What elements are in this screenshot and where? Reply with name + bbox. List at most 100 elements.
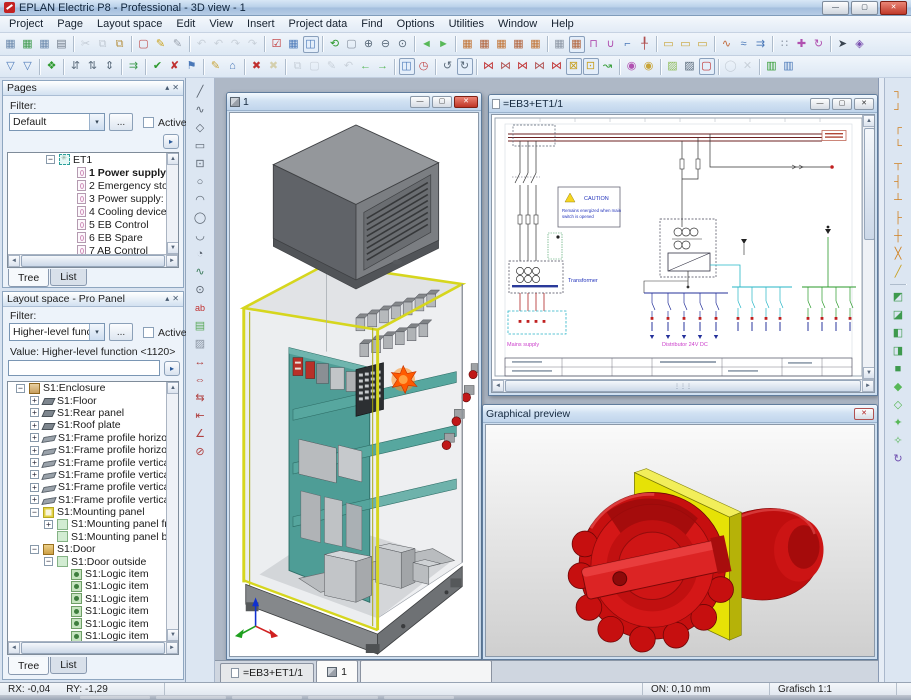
tree-row[interactable]: −S1:Door outside	[8, 555, 166, 567]
collapse-box-icon[interactable]: −	[30, 508, 39, 517]
path-text-icon[interactable]: ▭	[678, 36, 694, 53]
bookmark-flag-icon[interactable]: ⚑	[184, 58, 200, 75]
previous-page-icon[interactable]: ←	[358, 58, 374, 75]
tree-row[interactable]: 6 EB Spare	[8, 231, 166, 244]
scrollbar-thumb[interactable]: ⋮⋮⋮	[505, 380, 861, 392]
paste-icon[interactable]: ⧉	[112, 36, 128, 53]
pages-panel-titlebar[interactable]: Pages ▴ ✕	[3, 81, 183, 96]
scrollbar-thumb[interactable]	[21, 642, 165, 654]
tree-row[interactable]: −ET1	[8, 153, 166, 166]
terminal-strip-2-icon[interactable]: ⋈	[498, 58, 514, 75]
preview-window-titlebar[interactable]: Graphical preview ✕	[483, 405, 877, 423]
redo-list-icon[interactable]: ↷	[245, 36, 261, 53]
tree-row[interactable]: −S1:Enclosure	[8, 382, 166, 394]
expand-box-icon[interactable]: +	[30, 470, 39, 479]
panel-collapse-icon[interactable]: ▴	[165, 295, 169, 303]
node-edit-tool-icon[interactable]: ⊙	[190, 281, 210, 299]
ring-select-icon[interactable]: ◯	[723, 58, 739, 75]
tree-row[interactable]: +S1:Frame profile vertical left b	[8, 469, 166, 481]
hatch-fill-icon[interactable]: ▨	[682, 58, 698, 75]
view-3d-southwest-icon[interactable]: ◪	[888, 306, 908, 324]
scroll-down-icon[interactable]: ▼	[863, 367, 875, 379]
zoom-area-icon[interactable]: ▢	[344, 36, 360, 53]
close-button[interactable]: ✕	[854, 98, 874, 110]
potential-tracking-icon[interactable]: ⇉	[753, 36, 769, 53]
layout-panel-titlebar[interactable]: Layout space - Pro Panel ▴ ✕	[3, 292, 183, 307]
layout-tree-vscrollbar[interactable]: ▲ ▼	[166, 382, 178, 641]
tree-row[interactable]: 2 Emergency stop	[8, 179, 166, 192]
collapse-box-icon[interactable]: −	[30, 545, 39, 554]
expand-box-icon[interactable]: +	[30, 421, 39, 430]
tree-row[interactable]: 5 EB Control	[8, 218, 166, 231]
scroll-left-icon[interactable]: ◄	[492, 380, 504, 392]
print-icon[interactable]: ▤	[54, 36, 70, 53]
edit-function-icon[interactable]: ✎	[208, 58, 224, 75]
layer-fill-icon[interactable]: ▨	[665, 58, 681, 75]
object-snap-icon[interactable]: ∪	[603, 36, 619, 53]
pages-tab-list[interactable]: List	[50, 269, 86, 286]
schematic-window[interactable]: =EB3+ET1/1 — ▢ ✕	[488, 94, 878, 396]
tree-row[interactable]: S1:Logic item	[8, 617, 166, 629]
rotate-tool-icon[interactable]: ↻	[811, 36, 827, 53]
collapse-box-icon[interactable]: −	[46, 155, 55, 164]
tree-row[interactable]: +S1:Frame profile vertical left fi	[8, 456, 166, 468]
text-tool-icon[interactable]: ab	[190, 299, 210, 317]
menu-help[interactable]: Help	[544, 17, 581, 31]
scroll-up-icon[interactable]: ▲	[863, 115, 875, 127]
tree-row[interactable]: +S1:Rear panel	[8, 407, 166, 419]
window-config-icon[interactable]: ◫	[399, 58, 415, 75]
tree-row[interactable]: +S1:Floor	[8, 394, 166, 406]
polygon-tool-icon[interactable]: ◇	[190, 119, 210, 137]
placeholder-text-icon[interactable]: ▭	[695, 36, 711, 53]
tree-row[interactable]: +S1:Frame profile vertical right	[8, 481, 166, 493]
cancel-action-icon[interactable]: ✘	[167, 58, 183, 75]
t-node-left-icon[interactable]: ┤	[888, 173, 908, 191]
plugin-icon[interactable]: ❖	[44, 58, 60, 75]
menu-options[interactable]: Options	[390, 17, 442, 31]
terminal-strip-4-icon[interactable]: ⋈	[532, 58, 548, 75]
menu-window[interactable]: Window	[491, 17, 544, 31]
image-tool-icon[interactable]: ▤	[190, 317, 210, 335]
zoom-all-icon[interactable]: ⊙	[395, 36, 411, 53]
redo-icon[interactable]: ↷	[228, 36, 244, 53]
angle-up-left-icon[interactable]: ┘	[888, 101, 908, 119]
net-tracking-icon[interactable]: ≈	[736, 36, 752, 53]
green-route-icon[interactable]: ↝	[600, 58, 616, 75]
expand-box-icon[interactable]: +	[30, 495, 39, 504]
view-front-icon[interactable]: ■	[888, 360, 908, 378]
dimension-radius-icon[interactable]: ⊘	[190, 443, 210, 461]
minimize-button[interactable]: —	[810, 98, 830, 110]
pages-tab-tree[interactable]: Tree	[8, 269, 49, 287]
dimension-linear-icon[interactable]: ↔	[190, 353, 210, 371]
dimension-continued-icon[interactable]: ⇆	[190, 389, 210, 407]
minimize-button[interactable]: —	[822, 1, 849, 15]
logic-box-open-icon[interactable]: ⊠	[566, 58, 582, 75]
graphical-preview-window[interactable]: Graphical preview ✕	[482, 404, 878, 660]
polyline-tool-icon[interactable]: ∿	[190, 101, 210, 119]
parts-cart-icon[interactable]: ▥	[764, 58, 780, 75]
terminal-strip-1-icon[interactable]: ⋈	[481, 58, 497, 75]
pages-tree-vscrollbar[interactable]: ▲ ▼	[166, 153, 178, 254]
statistics-icon[interactable]: ▥	[781, 58, 797, 75]
scroll-left-icon[interactable]: ◄	[8, 642, 20, 654]
scroll-right-icon[interactable]: ►	[166, 255, 178, 267]
connection-line-icon[interactable]: ╱	[888, 263, 908, 281]
tree-row[interactable]: 3 Power supply: Statio	[8, 192, 166, 205]
new-item-icon[interactable]: ▢	[307, 58, 323, 75]
arc-bottom-tool-icon[interactable]: ◡	[190, 227, 210, 245]
hatch-tool-icon[interactable]: ▨	[190, 335, 210, 353]
apply-check-icon[interactable]: ✔	[150, 58, 166, 75]
expand-box-icon[interactable]: +	[44, 520, 53, 529]
update-icon[interactable]: ⟲	[327, 36, 343, 53]
page-forward-icon[interactable]: ►	[436, 36, 452, 53]
text-field-icon[interactable]: ▭	[661, 36, 677, 53]
pages-filter-dropdown[interactable]: Default ▾	[9, 113, 105, 131]
tree-row[interactable]: +S1:Frame profile horizontal flo	[8, 432, 166, 444]
expand-box-icon[interactable]: +	[30, 396, 39, 405]
view3d-canvas[interactable]	[229, 112, 479, 657]
ellipse-tool-icon[interactable]: ◯	[190, 209, 210, 227]
menu-page[interactable]: Page	[50, 17, 90, 31]
view-3d-southeast-icon[interactable]: ◩	[888, 288, 908, 306]
menu-project[interactable]: Project	[2, 17, 50, 31]
terminal-strip-3-icon[interactable]: ⋈	[515, 58, 531, 75]
